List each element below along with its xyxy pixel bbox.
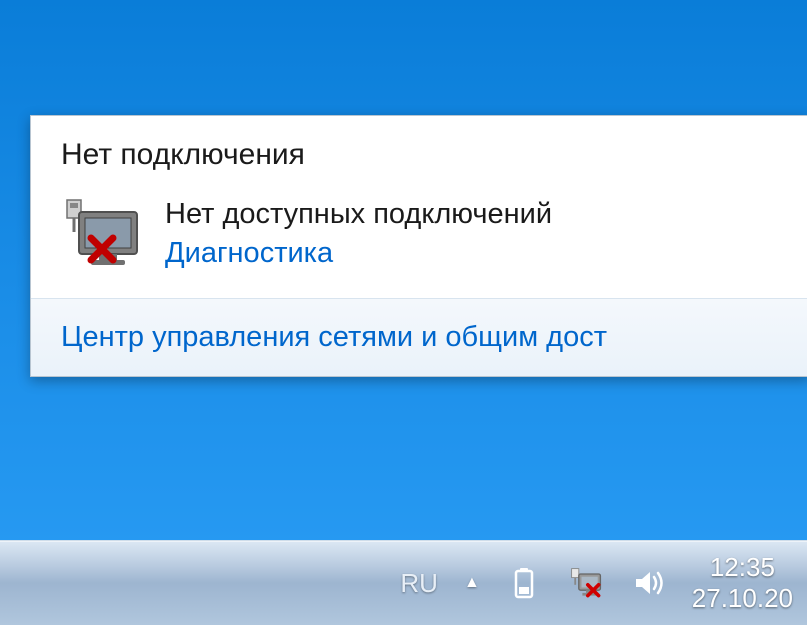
- network-popup: Нет подключения Нет доступных по: [30, 115, 807, 377]
- diagnose-link[interactable]: Диагностика: [165, 237, 552, 270]
- taskbar: RU ▲: [0, 540, 807, 625]
- language-indicator[interactable]: RU: [400, 568, 438, 599]
- battery-icon[interactable]: [506, 565, 542, 601]
- status-text: Нет доступных подключений: [165, 198, 552, 231]
- popup-footer: Центр управления сетями и общим дост: [31, 298, 807, 376]
- clock[interactable]: 12:35 27.10.20: [692, 552, 793, 614]
- date-text: 27.10.20: [692, 583, 793, 614]
- popup-text-group: Нет доступных подключений Диагностика: [165, 198, 552, 270]
- system-tray: RU ▲: [400, 552, 807, 614]
- time-text: 12:35: [710, 552, 775, 583]
- volume-icon[interactable]: [630, 565, 666, 601]
- network-disconnected-icon: [61, 198, 143, 270]
- popup-body: Нет доступных подключений Диагностика: [31, 190, 807, 298]
- network-center-link[interactable]: Центр управления сетями и общим дост: [61, 321, 779, 354]
- network-tray-icon[interactable]: [568, 565, 604, 601]
- show-hidden-icons[interactable]: ▲: [464, 574, 480, 592]
- popup-title: Нет подключения: [31, 116, 807, 190]
